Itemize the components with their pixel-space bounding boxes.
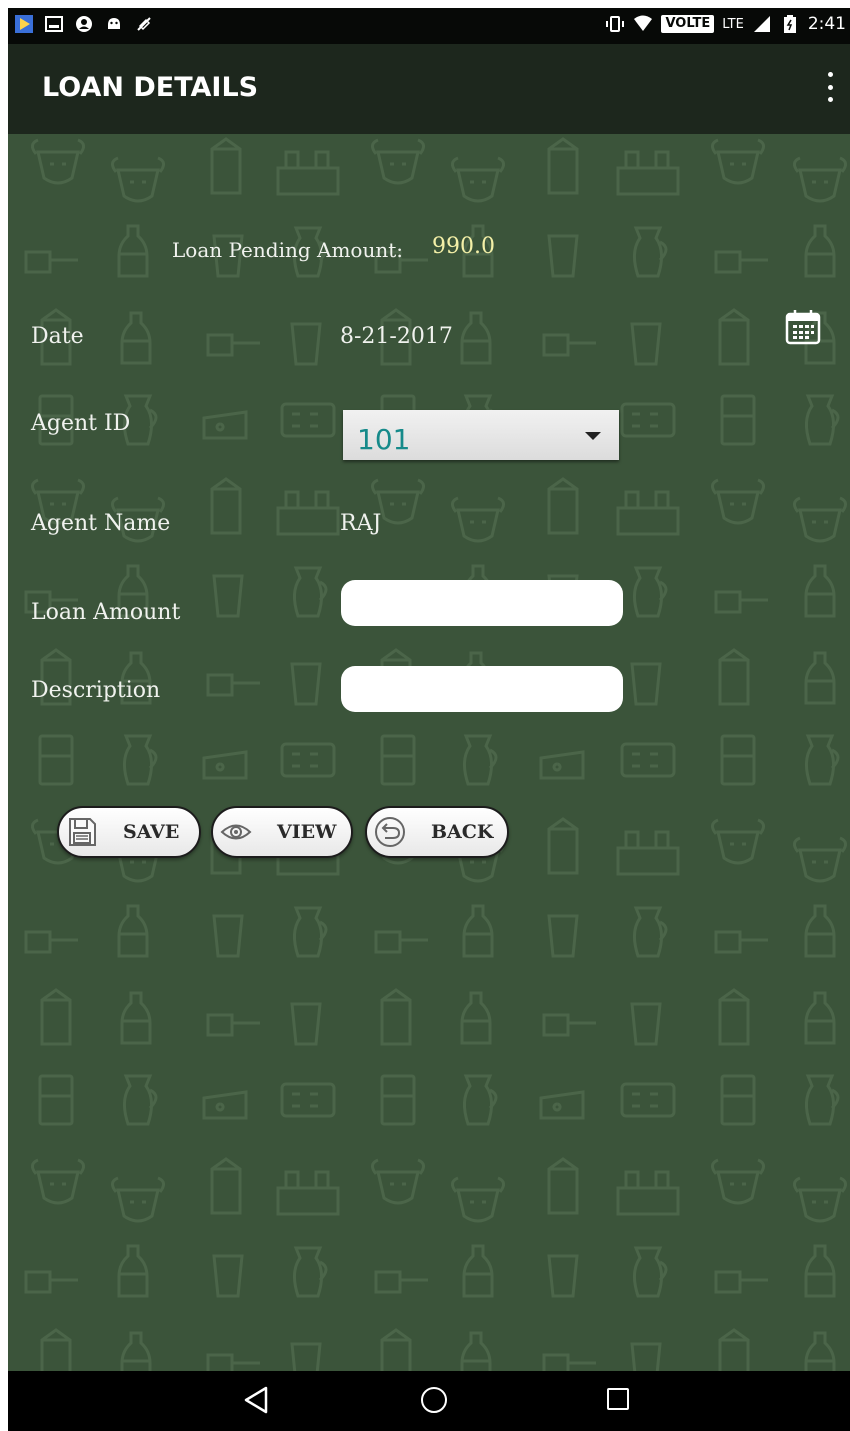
- date-value: 8-21-2017: [340, 324, 453, 349]
- system-nav-bar: [8, 1371, 850, 1431]
- loan-amount-input[interactable]: [341, 580, 623, 626]
- nav-back-icon[interactable]: [242, 1385, 270, 1415]
- agent-id-label: Agent ID: [31, 411, 131, 436]
- back-label: BACK: [431, 821, 494, 843]
- calendar-icon[interactable]: [784, 308, 822, 346]
- status-bar: VOLTE LTE 2:41: [8, 8, 850, 44]
- page-title: LOAN DETAILS: [42, 72, 259, 103]
- agent-id-spinner[interactable]: 101: [343, 410, 619, 460]
- account-icon: [74, 14, 94, 34]
- nav-recents-icon[interactable]: [607, 1388, 629, 1410]
- clock: 2:41: [807, 14, 846, 34]
- save-label: SAVE: [123, 821, 180, 843]
- agent-name-label: Agent Name: [31, 511, 171, 536]
- app-bar: LOAN DETAILS: [8, 44, 850, 134]
- image-icon: [44, 14, 64, 34]
- view-button[interactable]: VIEW: [211, 806, 353, 858]
- eye-icon: [219, 815, 253, 849]
- view-label: VIEW: [277, 821, 337, 843]
- dairy-pattern-background: [24, 137, 848, 1371]
- battery-icon: [780, 14, 800, 34]
- loan-amount-label: Loan Amount: [31, 600, 181, 625]
- agent-name-value: RAJ: [340, 511, 382, 536]
- more-vert-icon[interactable]: [822, 72, 838, 102]
- signal-icon: [752, 14, 772, 34]
- description-input[interactable]: [341, 666, 623, 712]
- play-store-icon: [14, 14, 34, 34]
- screen: VOLTE LTE 2:41 LOAN DETAILS Loan Pending…: [8, 8, 850, 1431]
- pending-amount-value: 990.0: [432, 234, 495, 259]
- undo-arrow-icon: [373, 815, 407, 849]
- volte-indicator: VOLTE: [661, 15, 715, 33]
- wifi-icon: [633, 14, 653, 34]
- agent-id-selected: 101: [357, 423, 411, 456]
- description-label: Description: [31, 678, 161, 703]
- date-label: Date: [31, 324, 84, 349]
- network-type: LTE: [722, 16, 744, 32]
- back-button[interactable]: BACK: [365, 806, 509, 858]
- dropdown-arrow-icon: [585, 432, 601, 440]
- android-icon: [104, 14, 124, 34]
- vibrate-icon: [605, 14, 625, 34]
- pending-amount-label: Loan Pending Amount:: [172, 238, 403, 262]
- save-button[interactable]: SAVE: [57, 806, 201, 858]
- nav-home-icon[interactable]: [421, 1387, 447, 1413]
- floppy-disk-icon: [65, 815, 99, 849]
- mic-off-icon: [134, 14, 154, 34]
